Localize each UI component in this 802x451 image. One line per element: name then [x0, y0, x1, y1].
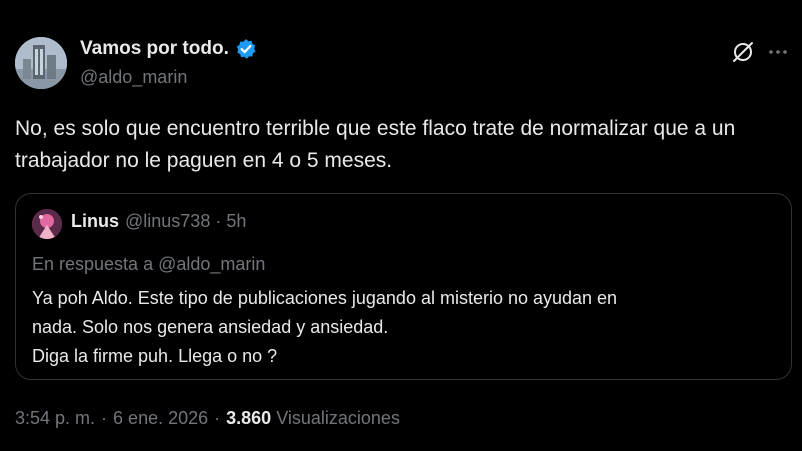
views-label: Visualizaciones	[276, 408, 400, 428]
tweet-time[interactable]: 3:54 p. m.	[15, 408, 95, 428]
quoted-tweet-text: Ya poh Aldo. Este tipo de publicaciones …	[32, 284, 772, 371]
tweet-meta: 3:54 p. m. · 6 ene. 2026 · 3.860 Visualizaci…	[15, 408, 400, 429]
author-name[interactable]: Vamos por todo.	[80, 38, 229, 60]
views-count: 3.860	[226, 408, 272, 428]
quoted-text-line: Diga la firme puh. Llega o no ?	[32, 346, 278, 366]
author-name-row[interactable]: Vamos por todo.	[80, 38, 257, 60]
grok-icon[interactable]	[731, 40, 755, 64]
reply-context: En respuesta a @aldo_marin	[32, 254, 266, 274]
verified-badge-icon	[236, 39, 256, 59]
tweet-date[interactable]: 6 ene. 2026	[113, 408, 208, 428]
tweet-text: No, es solo que encuentro terrible que e…	[15, 117, 736, 172]
meta-separator: ·	[214, 408, 221, 428]
quoted-author-name[interactable]: Linus	[71, 211, 119, 232]
quoted-author-avatar[interactable]	[32, 209, 62, 239]
quoted-author-handle[interactable]: @linus738	[125, 211, 210, 232]
quoted-tweet-header: Linus @linus738 · 5h	[71, 211, 246, 232]
author-avatar[interactable]	[15, 37, 67, 89]
more-icon[interactable]	[766, 40, 790, 64]
quoted-text-line: nada. Solo nos genera ansiedad y ansieda…	[32, 317, 389, 337]
quoted-timestamp[interactable]: 5h	[226, 211, 246, 232]
quoted-text-line: Ya poh Aldo. Este tipo de publicaciones …	[32, 288, 618, 308]
meta-separator: ·	[101, 408, 108, 428]
quoted-tweet-card[interactable]: Linus @linus738 · 5h En respuesta a @ald…	[15, 193, 792, 380]
quoted-separator: ·	[215, 211, 222, 231]
author-handle[interactable]: @aldo_marin	[80, 67, 187, 88]
